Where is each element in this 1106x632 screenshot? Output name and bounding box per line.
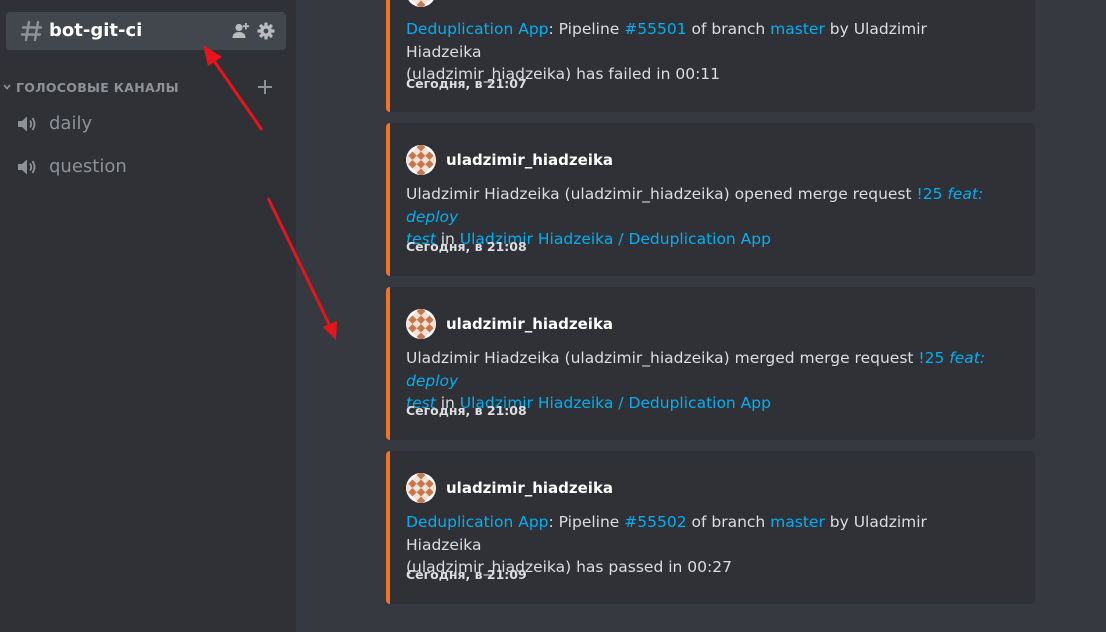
author-name[interactable]: uladzimir_hiadzeika	[446, 151, 613, 169]
speaker-icon	[18, 159, 36, 175]
embed-link[interactable]: #55502	[624, 513, 686, 531]
embed-timestamp: Сегодня, в 21:08	[406, 239, 527, 254]
channel-name: bot-git-ci	[49, 20, 143, 41]
embed-text: Uladzimir Hiadzeika (uladzimir_hiadzeika…	[406, 185, 917, 203]
embed-timestamp: Сегодня, в 21:07	[406, 76, 527, 91]
checkered-avatar-icon	[406, 309, 436, 339]
create-channel-plus-icon[interactable]	[256, 78, 274, 96]
description-line: Deduplication App: Pipeline #55501 of br…	[406, 18, 1006, 63]
embed-text: of branch	[686, 513, 771, 531]
embed-link[interactable]: Deduplication App	[406, 20, 549, 38]
message-embed: uladzimir_hiadzeika Deduplication App: P…	[386, 451, 1035, 604]
category-label: ГОЛОСОВЫЕ КАНАЛЫ	[16, 80, 179, 95]
voice-channel-daily[interactable]: daily	[6, 107, 286, 141]
embed-timestamp: Сегодня, в 21:09	[406, 567, 527, 582]
embed-text: of branch	[686, 20, 771, 38]
author-name[interactable]: uladzimir_hiadzeika	[446, 479, 613, 497]
channel-item-bot-git-ci[interactable]: bot-git-ci	[6, 12, 286, 50]
embed-timestamp: Сегодня, в 21:08	[406, 403, 527, 418]
description-line: Deduplication App: Pipeline #55502 of br…	[406, 511, 1006, 556]
speaker-icon	[18, 116, 36, 132]
avatar[interactable]	[406, 309, 436, 339]
avatar[interactable]	[406, 473, 436, 503]
embed-text: : Pipeline	[548, 20, 625, 38]
avatar[interactable]	[406, 0, 436, 7]
embed-text: Uladzimir Hiadzeika (uladzimir_hiadzeika…	[406, 349, 919, 367]
checkered-avatar-icon	[406, 473, 436, 503]
message-embed: Deduplication App: Pipeline #55501 of br…	[386, 0, 1035, 112]
chevron-down-icon	[3, 84, 11, 90]
voice-channel-name: question	[49, 156, 127, 177]
voice-channel-question[interactable]: question	[6, 150, 286, 184]
add-member-icon[interactable]	[230, 21, 250, 41]
gear-icon[interactable]	[256, 21, 276, 41]
message-embed: uladzimir_hiadzeika Uladzimir Hiadzeika …	[386, 123, 1035, 276]
checkered-avatar-icon	[406, 0, 436, 7]
embed-link[interactable]: master	[770, 20, 825, 38]
description-line: Uladzimir Hiadzeika (uladzimir_hiadzeika…	[406, 183, 1006, 228]
chat-area: Deduplication App: Pipeline #55501 of br…	[296, 0, 1106, 632]
checkered-avatar-icon	[406, 145, 436, 175]
voice-channel-name: daily	[49, 113, 93, 134]
embed-link[interactable]: #55501	[624, 20, 686, 38]
author-name[interactable]: uladzimir_hiadzeika	[446, 315, 613, 333]
embed-text: : Pipeline	[548, 513, 625, 531]
voice-category-header[interactable]: ГОЛОСОВЫЕ КАНАЛЫ	[2, 78, 292, 98]
avatar[interactable]	[406, 145, 436, 175]
embed-link[interactable]: !25	[917, 185, 948, 203]
hash-icon	[20, 20, 43, 42]
message-embed: uladzimir_hiadzeika Uladzimir Hiadzeika …	[386, 287, 1035, 440]
channel-sidebar: bot-git-ci ГОЛОСОВЫЕ КАНАЛЫ daily questi…	[0, 0, 296, 632]
embed-link[interactable]: !25	[918, 349, 949, 367]
embed-link[interactable]: master	[770, 513, 825, 531]
description-line: Uladzimir Hiadzeika (uladzimir_hiadzeika…	[406, 347, 1006, 392]
embed-link[interactable]: Deduplication App	[406, 513, 549, 531]
